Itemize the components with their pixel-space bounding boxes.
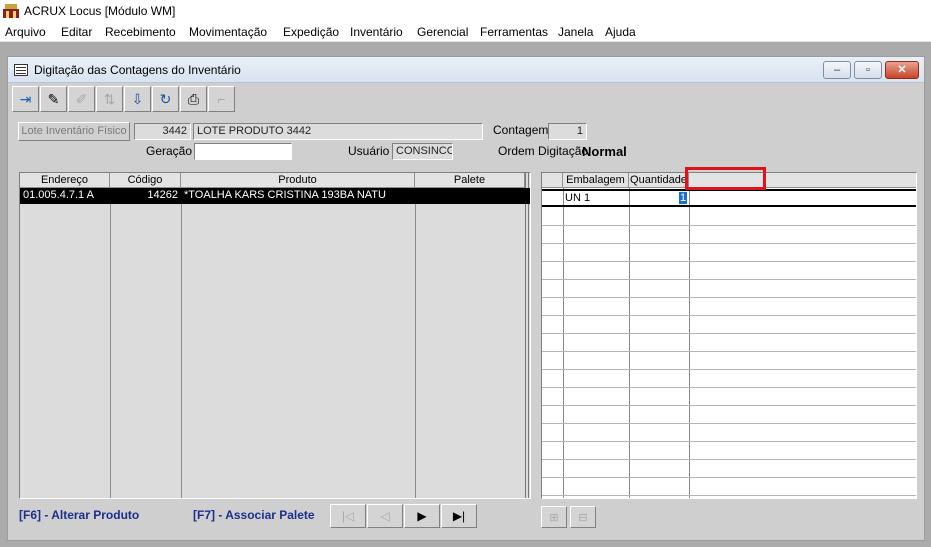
grid-row-line [542,261,916,262]
app-title-bar: ACRUX Locus [Módulo WM] [0,0,931,22]
nav-last-button[interactable]: ▶| [441,504,477,528]
restore-button[interactable]: ▫ [854,61,882,79]
table-row[interactable]: 01.005.4.7.1 A 14262 *TOALHA KARS CRISTI… [20,188,530,204]
grid-edge [525,173,526,498]
quantities-grid[interactable]: Embalagem Quantidade UN 1 1 [541,172,917,499]
grid-row-line [542,351,916,352]
eraser-icon: ✎ [47,90,60,107]
lote-description-field[interactable]: LOTE PRODUTO 3442 [193,123,483,140]
grid-row-line [542,495,916,496]
inventory-count-window: Digitação das Contagens do Inventário – … [7,56,925,541]
cell-quantidade[interactable]: 1 [679,192,688,204]
grid-row-line [542,441,916,442]
nav-first-button[interactable]: |◁ [330,504,366,528]
col-divider [181,188,182,498]
contagem-field[interactable]: 1 [548,123,587,140]
products-grid[interactable]: Endereço Código Produto Palete 01.005.4.… [19,172,531,499]
app-logo-icon [3,4,19,18]
contagem-label: Contagem [493,123,549,137]
grid-row-line [542,225,916,226]
menu-movimentacao[interactable]: Movimentação [189,25,267,39]
menu-ferramentas[interactable]: Ferramentas [480,25,548,39]
menu-janela[interactable]: Janela [558,25,593,39]
form-icon [14,64,28,76]
nav-next-button[interactable]: ▶ [404,504,440,528]
print-button[interactable]: ⎙ [180,86,207,112]
menu-editar[interactable]: Editar [61,25,92,39]
row-separator [542,205,916,207]
row-indicator-header [542,173,563,188]
col-divider [110,188,111,498]
usuario-field[interactable]: CONSINCO [392,143,453,160]
print-icon: ⎙ [187,90,200,107]
col-palete[interactable]: Palete [415,173,525,188]
menu-bar: Arquivo Editar Recebimento Movimentação … [0,22,931,42]
cell-embalagem[interactable]: UN 1 [565,192,590,204]
f7-associar-palete[interactable]: [F7] - Associar Palete [193,508,315,522]
menu-gerencial[interactable]: Gerencial [417,25,468,39]
grid-column-line [563,173,564,498]
menu-inventario[interactable]: Inventário [350,25,403,39]
cell-codigo: 14262 [147,189,178,201]
menu-arquivo[interactable]: Arquivo [5,25,46,39]
grid-add-icon: ⊞ [549,511,559,524]
highlight-box [685,167,766,190]
grid-row-line [542,459,916,460]
grid-row-line [542,315,916,316]
window-title-bar: Digitação das Contagens do Inventário – … [8,57,924,83]
geracao-field[interactable] [194,143,292,160]
grid-edge [528,173,529,498]
sort-icon: ⇅ [103,90,116,107]
grid-row-line [542,369,916,370]
grid-action-1-button[interactable]: ⊞ [541,506,567,528]
import-icon: ⇩ [131,90,144,107]
col-embalagem[interactable]: Embalagem [563,173,629,188]
exit-icon: ⇥ [19,90,32,107]
grid-row-line [542,333,916,334]
eraser-button[interactable]: ✎ [40,86,67,112]
cell-produto: *TOALHA KARS CRISTINA 193BA NATU [184,189,386,201]
menu-recebimento[interactable]: Recebimento [105,25,176,39]
window-title: Digitação das Contagens do Inventário [34,63,241,77]
ordem-digitacao-label: Ordem Digitação [498,144,589,158]
disabled-action-icon: ⌐ [217,91,226,107]
col-produto[interactable]: Produto [181,173,415,188]
nav-prev-button[interactable]: ◁ [367,504,403,528]
pencil-button[interactable]: ✐ [68,86,95,112]
minimize-button[interactable]: – [823,61,851,79]
app-title: ACRUX Locus [Módulo WM] [24,4,176,18]
refresh-button[interactable]: ↻ [152,86,179,112]
ordem-digitacao-value: Normal [582,144,627,159]
exit-button[interactable]: ⇥ [12,86,39,112]
grid-column-line [689,173,690,498]
geracao-label: Geração [146,144,193,158]
import-button[interactable]: ⇩ [124,86,151,112]
grid-row-line [542,243,916,244]
grid-row-line [542,297,916,298]
sort-button[interactable]: ⇅ [96,86,123,112]
col-divider [415,188,416,498]
usuario-label: Usuário [348,144,390,158]
grid-row-line [542,477,916,478]
grid-row-line [542,387,916,388]
col-quantidade[interactable]: Quantidade [629,173,689,188]
grid-remove-icon: ⊟ [578,511,588,524]
grid-action-2-button[interactable]: ⊟ [570,506,596,528]
col-codigo[interactable]: Código [110,173,181,188]
close-button[interactable]: ✕ [885,61,919,79]
grid-row-line [542,405,916,406]
lote-inventario-button[interactable]: Lote Inventário Físico [18,122,130,141]
cell-endereco: 01.005.4.7.1 A [23,189,94,201]
col-endereco[interactable]: Endereço [20,173,110,188]
grid-column-line [629,173,630,498]
disabled-action-button[interactable]: ⌐ [208,86,235,112]
menu-ajuda[interactable]: Ajuda [605,25,636,39]
grid-row-line [542,423,916,424]
grid-row-line [542,279,916,280]
refresh-icon: ↻ [159,90,172,107]
lote-number-field[interactable]: 3442 [134,123,191,140]
pencil-icon: ✐ [75,90,88,107]
menu-expedicao[interactable]: Expedição [283,25,339,39]
f6-alterar-produto[interactable]: [F6] - Alterar Produto [19,508,139,522]
